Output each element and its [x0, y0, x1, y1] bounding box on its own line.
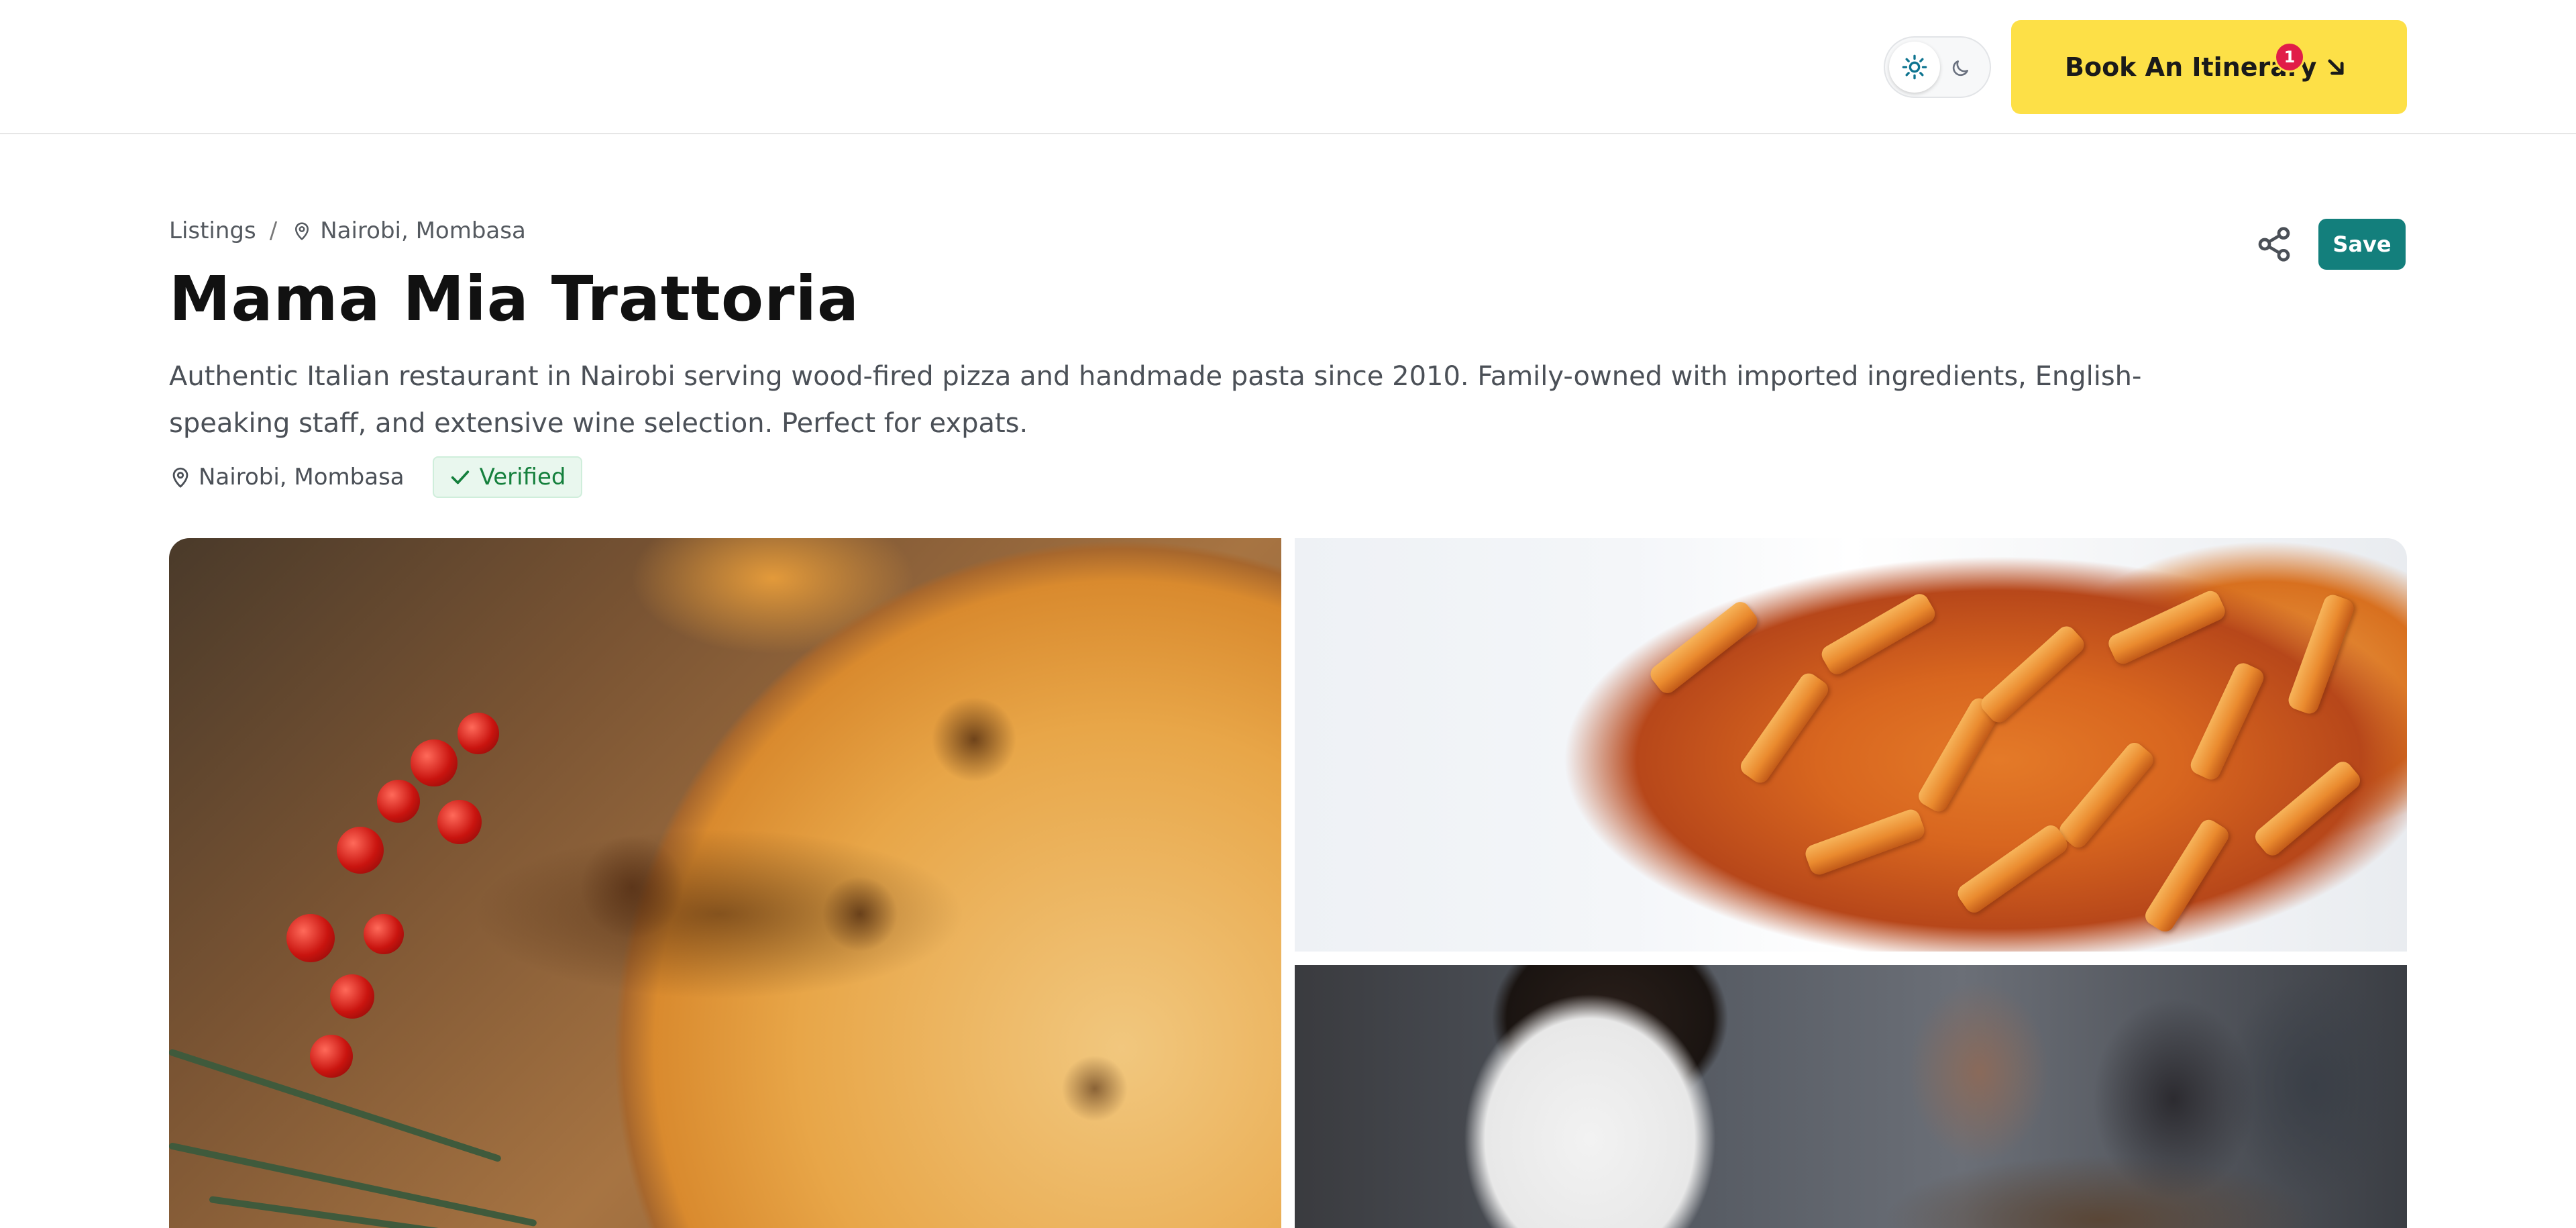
- moon-icon: [1952, 60, 1968, 76]
- listing-location-text: Nairobi, Mombasa: [199, 464, 405, 491]
- top-navbar: Book An Itinerary 1: [0, 0, 2576, 134]
- itinerary-count-badge: 1: [2274, 42, 2305, 72]
- verified-label: Verified: [479, 464, 566, 491]
- verified-badge: Verified: [432, 456, 582, 498]
- breadcrumb: Listings / Nairobi, Mombasa: [169, 217, 526, 244]
- theme-toggle[interactable]: [1884, 36, 1991, 98]
- gallery-photo-pizza[interactable]: [169, 538, 1281, 1228]
- map-pin-icon: [290, 219, 313, 242]
- gallery-photo-pasta[interactable]: [1295, 538, 2407, 952]
- map-pin-icon: [172, 467, 189, 488]
- breadcrumb-listings-link[interactable]: Listings: [169, 217, 256, 244]
- sun-icon: [1902, 54, 1927, 80]
- page-title: Mama Mia Trattoria: [169, 263, 860, 335]
- check-icon: [451, 470, 469, 484]
- arrow-down-right-icon: [2328, 59, 2344, 75]
- light-mode-option[interactable]: [1889, 42, 1940, 93]
- listing-location: Nairobi, Mombasa: [169, 464, 405, 491]
- book-itinerary-button[interactable]: Book An Itinerary 1: [2011, 20, 2407, 114]
- save-button[interactable]: Save: [2318, 219, 2406, 270]
- listing-meta: Nairobi, Mombasa Verified: [169, 456, 582, 498]
- listing-description: Authentic Italian restaurant in Nairobi …: [169, 361, 2142, 439]
- dark-mode-option[interactable]: [1940, 48, 1980, 89]
- breadcrumb-separator: /: [269, 217, 278, 244]
- gallery-photo-diners[interactable]: [1295, 965, 2407, 1228]
- share-icon[interactable]: [2255, 225, 2293, 263]
- breadcrumb-location: Nairobi, Mombasa: [320, 217, 526, 244]
- photo-gallery: [169, 538, 2407, 1228]
